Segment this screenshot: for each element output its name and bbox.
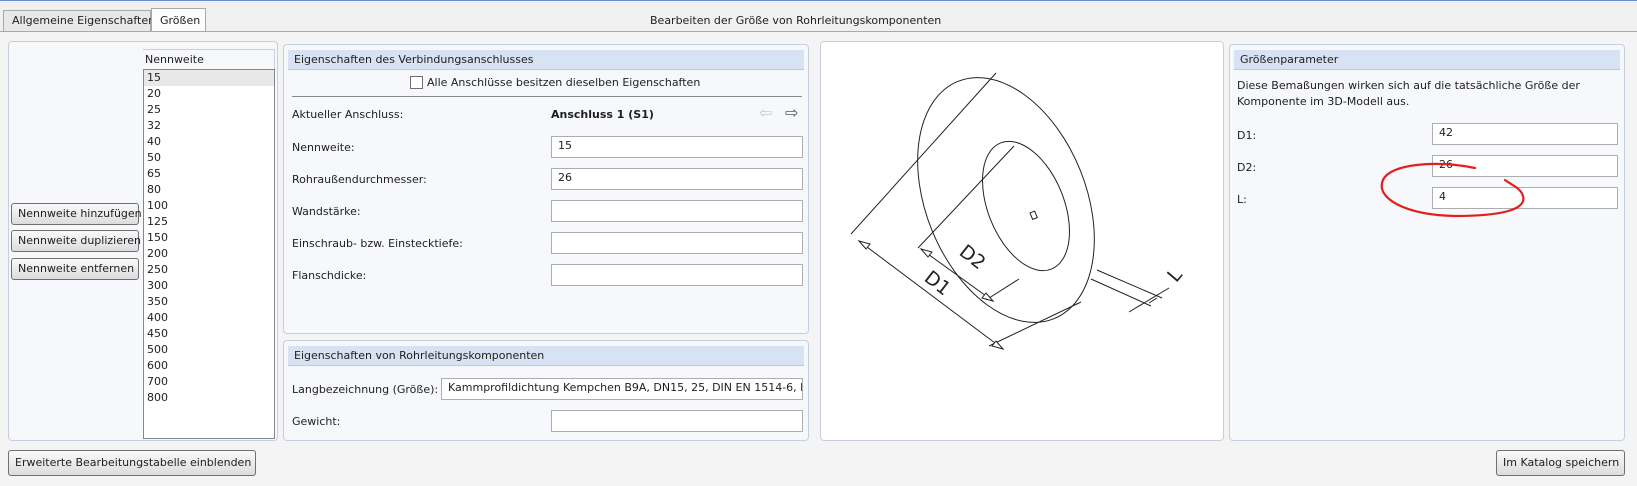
size-list-item[interactable]: 150 <box>144 230 274 246</box>
size-list-item[interactable]: 400 <box>144 310 274 326</box>
size-list-item[interactable]: 200 <box>144 246 274 262</box>
previous-connection-arrow-icon[interactable]: ⇦ <box>759 105 772 121</box>
size-list-item[interactable]: 500 <box>144 342 274 358</box>
size-list-item[interactable]: 40 <box>144 134 274 150</box>
dimension-diagram-panel: D1 D2 L <box>820 41 1224 441</box>
size-list-item[interactable]: 80 <box>144 182 274 198</box>
same-properties-label: Alle Anschlüsse besitzen dieselben Eigen… <box>427 76 701 89</box>
size-list-item[interactable]: 50 <box>144 150 274 166</box>
gasket-dimension-diagram: D1 D2 L <box>850 72 1187 350</box>
size-list-item[interactable]: 15 <box>144 70 274 86</box>
size-list-item[interactable]: 20 <box>144 86 274 102</box>
long-designation-label: Langbezeichnung (Größe): <box>292 383 439 396</box>
weight-label: Gewicht: <box>292 415 341 428</box>
size-list-item[interactable]: 25 <box>144 102 274 118</box>
duplicate-size-button[interactable]: Nennweite duplizieren <box>11 230 141 252</box>
wall-thickness-field[interactable] <box>551 200 803 222</box>
nominal-size-field[interactable]: 15 <box>551 136 803 158</box>
nominal-size-label: Nennweite: <box>292 141 355 154</box>
remove-size-button[interactable]: Nennweite entfernen <box>11 258 139 280</box>
d2-parameter-label: D2: <box>1237 161 1257 174</box>
show-advanced-table-button[interactable]: Erweiterte Bearbeitungstabelle einblende… <box>8 450 256 476</box>
l-dimension-label: L <box>1163 264 1187 287</box>
size-list-item[interactable]: 600 <box>144 358 274 374</box>
size-parameters-description-line-2: Komponente im 3D-Modell aus. <box>1237 95 1410 108</box>
d1-parameter-label: D1: <box>1237 129 1257 142</box>
size-list-item[interactable]: 700 <box>144 374 274 390</box>
wall-thickness-label: Wandstärke: <box>292 205 361 218</box>
connection-properties-title: Eigenschaften des Verbindungsanschlusses <box>288 50 804 70</box>
weight-field[interactable] <box>551 410 803 432</box>
save-to-catalog-button[interactable]: Im Katalog speichern <box>1496 450 1625 476</box>
same-properties-checkbox[interactable] <box>410 76 423 89</box>
size-parameters-title: Größenparameter <box>1234 50 1620 70</box>
tab-sizes[interactable]: Größen <box>151 8 206 32</box>
d1-parameter-field[interactable]: 42 <box>1432 123 1618 145</box>
window-title: Bearbeiten der Größe von Rohrleitungskom… <box>650 14 942 27</box>
size-list-item[interactable]: 125 <box>144 214 274 230</box>
add-size-button[interactable]: Nennweite hinzufügen <box>11 203 142 225</box>
next-connection-arrow-icon[interactable]: ⇨ <box>785 105 798 121</box>
outer-diameter-ellipse <box>917 77 1095 323</box>
size-list-item[interactable]: 300 <box>144 278 274 294</box>
center-mark <box>1029 210 1038 221</box>
size-listbox[interactable]: 15 20 25 32 40 50 65 80 100 125 150 200 250 300 350 400… <box>143 69 275 439</box>
current-connection-label: Aktueller Anschluss: <box>292 108 404 121</box>
size-parameters-description-line-1: Diese Bemaßungen wirken sich auf die tat… <box>1237 79 1580 92</box>
separator <box>292 96 802 97</box>
long-designation-field[interactable]: Kammprofildichtung Kempchen B9A, DN15, 2… <box>441 378 803 400</box>
l-dimension-line <box>1128 287 1170 313</box>
l-parameter-label: L: <box>1237 193 1247 206</box>
component-properties-title: Eigenschaften von Rohrleitungskomponente… <box>288 346 804 366</box>
size-list-item[interactable]: 800 <box>144 390 274 406</box>
size-list-item[interactable]: 65 <box>144 166 274 182</box>
pipe-outer-diameter-field[interactable]: 26 <box>551 168 803 190</box>
d2-dimension-label: D2 <box>955 240 990 274</box>
size-list-item[interactable]: 250 <box>144 262 274 278</box>
annotation-circle <box>1380 162 1525 218</box>
insertion-depth-label: Einschraub- bzw. Einstecktiefe: <box>292 237 463 250</box>
pipe-outer-diameter-label: Rohraußendurchmesser: <box>292 173 427 186</box>
tab-general-properties[interactable]: Allgemeine Eigenschaften <box>3 10 155 31</box>
d1-dimension-label: D1 <box>920 266 955 300</box>
insertion-depth-field[interactable] <box>551 232 803 254</box>
size-list-item[interactable]: 450 <box>144 326 274 342</box>
size-list-header: Nennweite <box>143 49 275 69</box>
current-connection-value: Anschluss 1 (S1) <box>551 108 654 121</box>
size-list-item[interactable]: 100 <box>144 198 274 214</box>
flange-thickness-field[interactable] <box>551 264 803 286</box>
size-list-item[interactable]: 32 <box>144 118 274 134</box>
size-list-item[interactable]: 350 <box>144 294 274 310</box>
flange-thickness-label: Flanschdicke: <box>292 269 367 282</box>
